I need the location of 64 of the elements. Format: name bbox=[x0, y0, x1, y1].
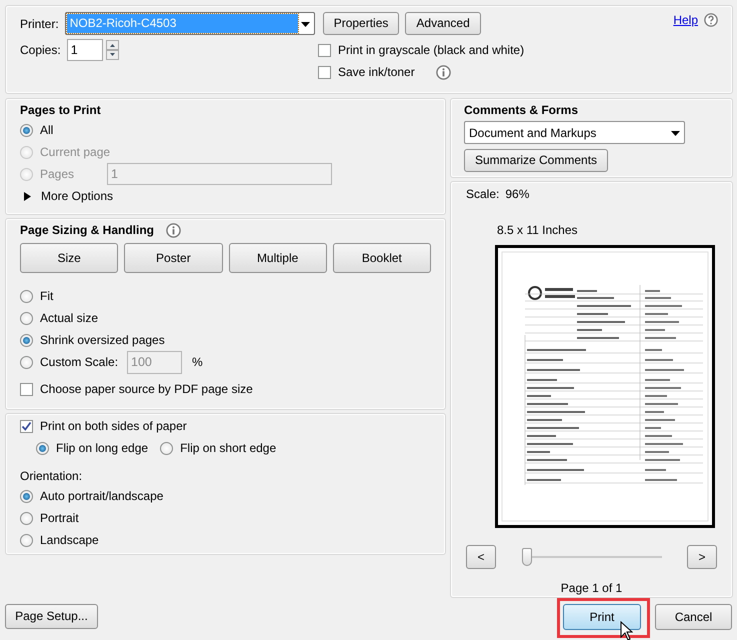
help-link[interactable]: Help bbox=[673, 10, 698, 28]
spin-down-icon[interactable] bbox=[106, 50, 119, 60]
sizing-mode-button[interactable]: Poster bbox=[124, 243, 222, 273]
page-setup-button[interactable]: Page Setup... bbox=[5, 604, 98, 629]
checkbox[interactable] bbox=[20, 382, 33, 396]
radio-button[interactable] bbox=[36, 442, 49, 454]
radio-button[interactable] bbox=[20, 124, 33, 136]
checkbox-label[interactable]: Choose paper source by PDF page size bbox=[40, 380, 253, 398]
checkbox[interactable] bbox=[20, 420, 33, 432]
sizing-mode-button[interactable]: Size bbox=[20, 243, 118, 273]
radio-button[interactable] bbox=[20, 512, 33, 524]
printer-label: Printer: bbox=[20, 16, 59, 32]
page-count-label: Page 1 of 1 bbox=[560, 580, 624, 597]
more-options-toggle[interactable]: More Options bbox=[41, 187, 114, 205]
slider-thumb[interactable] bbox=[522, 548, 532, 566]
radio-button[interactable] bbox=[20, 290, 33, 302]
top-button[interactable]: Properties bbox=[322, 12, 400, 35]
sizing-mode-button[interactable]: Booklet bbox=[332, 243, 431, 273]
section-title: Page Sizing & Handling bbox=[20, 222, 154, 239]
spin-up-icon[interactable] bbox=[106, 40, 119, 50]
radio-label[interactable]: Flip on short edge bbox=[180, 439, 276, 457]
radio-label[interactable]: Auto portrait/landscape bbox=[40, 487, 164, 505]
info-icon[interactable] bbox=[436, 64, 451, 80]
checkbox[interactable] bbox=[318, 66, 331, 78]
radio-label[interactable]: Shrink oversized pages bbox=[40, 331, 165, 349]
paper-size-label: 8.5 x 11 Inches bbox=[497, 222, 578, 239]
caret-icon bbox=[671, 130, 680, 136]
radio-button[interactable] bbox=[20, 312, 33, 324]
radio-label[interactable]: Landscape bbox=[40, 531, 99, 549]
caret-icon bbox=[300, 22, 310, 27]
comments-dropdown[interactable]: Document and Markups bbox=[464, 121, 685, 144]
section-title: Comments & Forms bbox=[464, 102, 580, 119]
section-title: Pages to Print bbox=[20, 102, 102, 119]
copies-label: Copies: bbox=[20, 42, 61, 59]
help-icon[interactable] bbox=[704, 12, 718, 26]
checkbox-label[interactable]: Save ink/toner bbox=[338, 63, 415, 81]
radio-label[interactable]: Fit bbox=[40, 287, 54, 305]
checkbox[interactable] bbox=[318, 44, 331, 56]
radio-label[interactable]: All bbox=[40, 121, 54, 139]
info-icon[interactable] bbox=[166, 222, 182, 238]
radio-label[interactable]: Portrait bbox=[40, 509, 79, 527]
scale-label: Scale: bbox=[466, 186, 500, 203]
radio-button[interactable] bbox=[160, 442, 174, 454]
orientation-label: Orientation: bbox=[20, 468, 84, 485]
expand-arrow-icon[interactable] bbox=[24, 192, 31, 200]
radio-label[interactable]: Flip on long edge bbox=[56, 439, 148, 457]
radio-label[interactable]: Custom Scale: bbox=[40, 353, 120, 371]
scale-value: 96% bbox=[505, 186, 530, 203]
radio-button[interactable] bbox=[20, 334, 33, 346]
mouse-cursor-icon bbox=[620, 621, 633, 640]
radio-button[interactable] bbox=[20, 356, 33, 368]
radio-button[interactable] bbox=[20, 534, 33, 546]
radio-button[interactable] bbox=[20, 490, 33, 502]
summarize-button[interactable]: Summarize Comments bbox=[464, 149, 608, 172]
radio-label[interactable]: Actual size bbox=[40, 309, 98, 327]
checkbox-label[interactable]: Print in grayscale (black and white) bbox=[338, 41, 524, 59]
top-button[interactable]: Advanced bbox=[405, 12, 481, 35]
checkbox-label[interactable]: Print on both sides of paper bbox=[40, 417, 187, 435]
sizing-mode-button[interactable]: Multiple bbox=[228, 243, 327, 273]
cancel-button[interactable]: Cancel bbox=[655, 604, 732, 630]
print-button[interactable]: Print bbox=[563, 604, 641, 630]
previous-page-button[interactable]: < bbox=[466, 545, 496, 569]
next-page-button[interactable]: > bbox=[687, 545, 717, 569]
unit-label: % bbox=[192, 354, 203, 371]
